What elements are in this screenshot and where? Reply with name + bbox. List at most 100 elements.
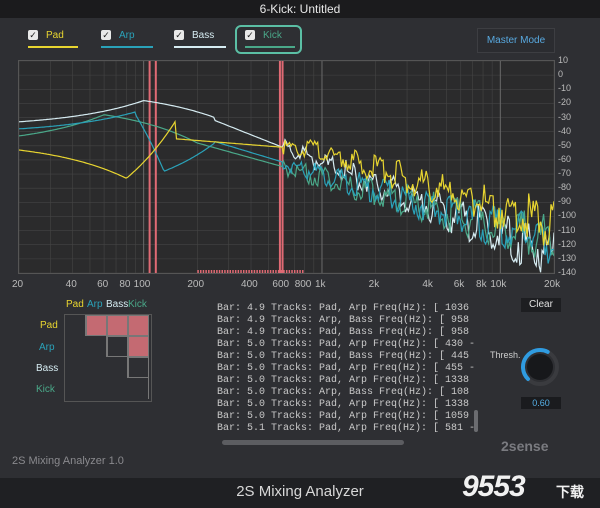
overlap-tick bbox=[218, 270, 221, 273]
checkbox-bass[interactable]: ✓ bbox=[174, 30, 184, 40]
overlap-tick bbox=[234, 270, 237, 273]
overlap-tick bbox=[256, 270, 258, 273]
analysis-row[interactable]: Bar: 5.0 Tracks: Pad, Arp Freq(Hz): [ 10… bbox=[217, 411, 475, 423]
matrix-cell[interactable] bbox=[107, 336, 128, 357]
track-toggle-arp[interactable]: ✓ Arp bbox=[101, 28, 153, 50]
analysis-row[interactable]: Bar: 5.1 Tracks: Pad, Arp Freq(Hz): [ 58… bbox=[217, 423, 475, 433]
overlap-tick bbox=[232, 270, 234, 273]
overlap-tick bbox=[210, 270, 213, 273]
matrix-cell[interactable] bbox=[65, 378, 86, 399]
overlap-tick bbox=[216, 270, 218, 273]
overlap-tick bbox=[302, 270, 304, 273]
threshold-label: Thresh. bbox=[490, 350, 521, 360]
analysis-list-scrollbar-vertical[interactable] bbox=[474, 410, 478, 432]
x-tick-label: 20 bbox=[12, 279, 24, 290]
checkbox-kick[interactable]: ✓ bbox=[245, 30, 255, 40]
matrix-header-pad: Pad bbox=[66, 299, 84, 310]
y-tick-label: 0 bbox=[558, 69, 564, 80]
y-tick-label: -80 bbox=[558, 182, 572, 193]
matrix-row-bass: Bass bbox=[36, 363, 59, 374]
track-toggle-bass[interactable]: ✓ Bass bbox=[174, 28, 226, 50]
matrix-row-arp: Arp bbox=[39, 342, 55, 353]
overlap-tick bbox=[288, 270, 291, 273]
x-tick-label: 400 bbox=[241, 279, 258, 290]
matrix-cell[interactable] bbox=[86, 357, 107, 378]
overlap-tick bbox=[261, 270, 264, 273]
x-tick-label: 10k bbox=[490, 279, 507, 290]
analysis-row[interactable]: Bar: 4.9 Tracks: Arp, Bass Freq(Hz): [ 9… bbox=[217, 315, 475, 327]
window-titlebar: 6-Kick: Untitled bbox=[0, 0, 600, 18]
analysis-row[interactable]: Bar: 5.0 Tracks: Pad, Bass Freq(Hz): [ 4… bbox=[217, 351, 475, 363]
overlap-tick bbox=[253, 270, 256, 273]
track-toggle-kick[interactable]: ✓ Kick bbox=[245, 28, 295, 50]
matrix-cell[interactable] bbox=[86, 378, 107, 399]
matrix-cell[interactable] bbox=[65, 315, 86, 336]
analysis-row[interactable]: Bar: 5.0 Tracks: Pad, Arp Freq(Hz): [ 45… bbox=[217, 363, 475, 375]
matrix-row-pad: Pad bbox=[40, 320, 58, 331]
track-label-kick: Kick bbox=[263, 30, 282, 41]
overlap-tick bbox=[205, 270, 207, 273]
version-label: 2S Mixing Analyzer 1.0 bbox=[12, 455, 124, 467]
x-tick-label: 200 bbox=[187, 279, 205, 290]
matrix-cell[interactable] bbox=[65, 336, 86, 357]
overlap-tick bbox=[248, 270, 250, 273]
matrix-header-kick: Kick bbox=[128, 299, 147, 310]
analysis-row[interactable]: Bar: 5.0 Tracks: Pad, Arp Freq(Hz): [ 13… bbox=[217, 399, 475, 411]
matrix-cell-overlap[interactable] bbox=[128, 336, 149, 357]
overlap-tick bbox=[200, 270, 202, 273]
matrix-cell[interactable] bbox=[128, 378, 149, 399]
matrix-cell-overlap[interactable] bbox=[128, 315, 149, 336]
x-tick-label: 2k bbox=[368, 279, 380, 290]
matrix-cell[interactable] bbox=[65, 357, 86, 378]
analysis-row[interactable]: Bar: 4.9 Tracks: Pad, Arp Freq(Hz): [ 10… bbox=[217, 303, 475, 315]
checkbox-pad[interactable]: ✓ bbox=[28, 30, 38, 40]
overlap-tick bbox=[285, 270, 288, 273]
matrix-cell[interactable] bbox=[107, 357, 128, 378]
overlap-tick bbox=[293, 270, 296, 273]
overlap-tick bbox=[221, 270, 223, 273]
x-tick-label: 80 bbox=[119, 279, 131, 290]
analysis-row[interactable]: Bar: 4.9 Tracks: Pad, Bass Freq(Hz): [ 9… bbox=[217, 327, 475, 339]
track-label-pad: Pad bbox=[46, 30, 64, 41]
app-title: 2S Mixing Analyzer bbox=[236, 483, 364, 500]
overlap-tick bbox=[224, 270, 226, 273]
y-tick-label: -100 bbox=[558, 210, 577, 221]
analysis-list-scrollbar-horizontal[interactable] bbox=[222, 440, 404, 445]
y-tick-label: -90 bbox=[558, 196, 572, 207]
spectrum-curve-kick bbox=[19, 114, 554, 258]
overlap-tick bbox=[291, 270, 293, 273]
x-tick-label: 800 bbox=[294, 279, 312, 290]
analysis-row[interactable]: Bar: 5.0 Tracks: Arp, Bass Freq(Hz): [ 1… bbox=[217, 387, 475, 399]
clear-button[interactable]: Clear bbox=[521, 298, 561, 312]
track-toggle-pad[interactable]: ✓ Pad bbox=[28, 28, 78, 50]
matrix-cell[interactable] bbox=[107, 378, 128, 399]
matrix-cell-overlap[interactable] bbox=[86, 315, 107, 336]
threshold-knob[interactable] bbox=[520, 347, 560, 387]
overlap-tick bbox=[296, 270, 299, 273]
overlap-tick bbox=[283, 270, 285, 273]
y-tick-label: -10 bbox=[558, 83, 572, 94]
matrix-cell[interactable] bbox=[128, 357, 149, 378]
spectrum-curve-bass bbox=[19, 99, 554, 273]
overlap-tick bbox=[242, 270, 245, 273]
y-tick-label: -130 bbox=[558, 252, 577, 263]
threshold-value[interactable]: 0.60 bbox=[521, 397, 561, 409]
overlap-tick bbox=[299, 270, 301, 273]
matrix-cell-overlap[interactable] bbox=[107, 315, 128, 336]
y-tick-label: -40 bbox=[558, 125, 572, 136]
analysis-row[interactable]: Bar: 5.0 Tracks: Pad, Arp Freq(Hz): [ 13… bbox=[217, 375, 475, 387]
analysis-row[interactable]: Bar: 5.0 Tracks: Pad, Arp Freq(Hz): [ 43… bbox=[217, 339, 475, 351]
y-tick-label: -70 bbox=[558, 168, 572, 179]
master-mode-button[interactable]: Master Mode bbox=[477, 28, 555, 53]
checkbox-arp[interactable]: ✓ bbox=[101, 30, 111, 40]
spectrum-curve-arp bbox=[19, 111, 554, 264]
x-tick-label: 60 bbox=[97, 279, 109, 290]
spectrum-graph[interactable] bbox=[18, 60, 555, 274]
analysis-list[interactable]: Bar: 4.9 Tracks: Pad, Arp Freq(Hz): [ 10… bbox=[217, 303, 475, 433]
matrix-cell[interactable] bbox=[86, 336, 107, 357]
y-tick-label: -20 bbox=[558, 97, 572, 108]
x-tick-label: 40 bbox=[65, 279, 77, 290]
y-tick-label: -120 bbox=[558, 238, 577, 249]
overlap-tick bbox=[245, 270, 248, 273]
overlap-tick bbox=[259, 270, 261, 273]
